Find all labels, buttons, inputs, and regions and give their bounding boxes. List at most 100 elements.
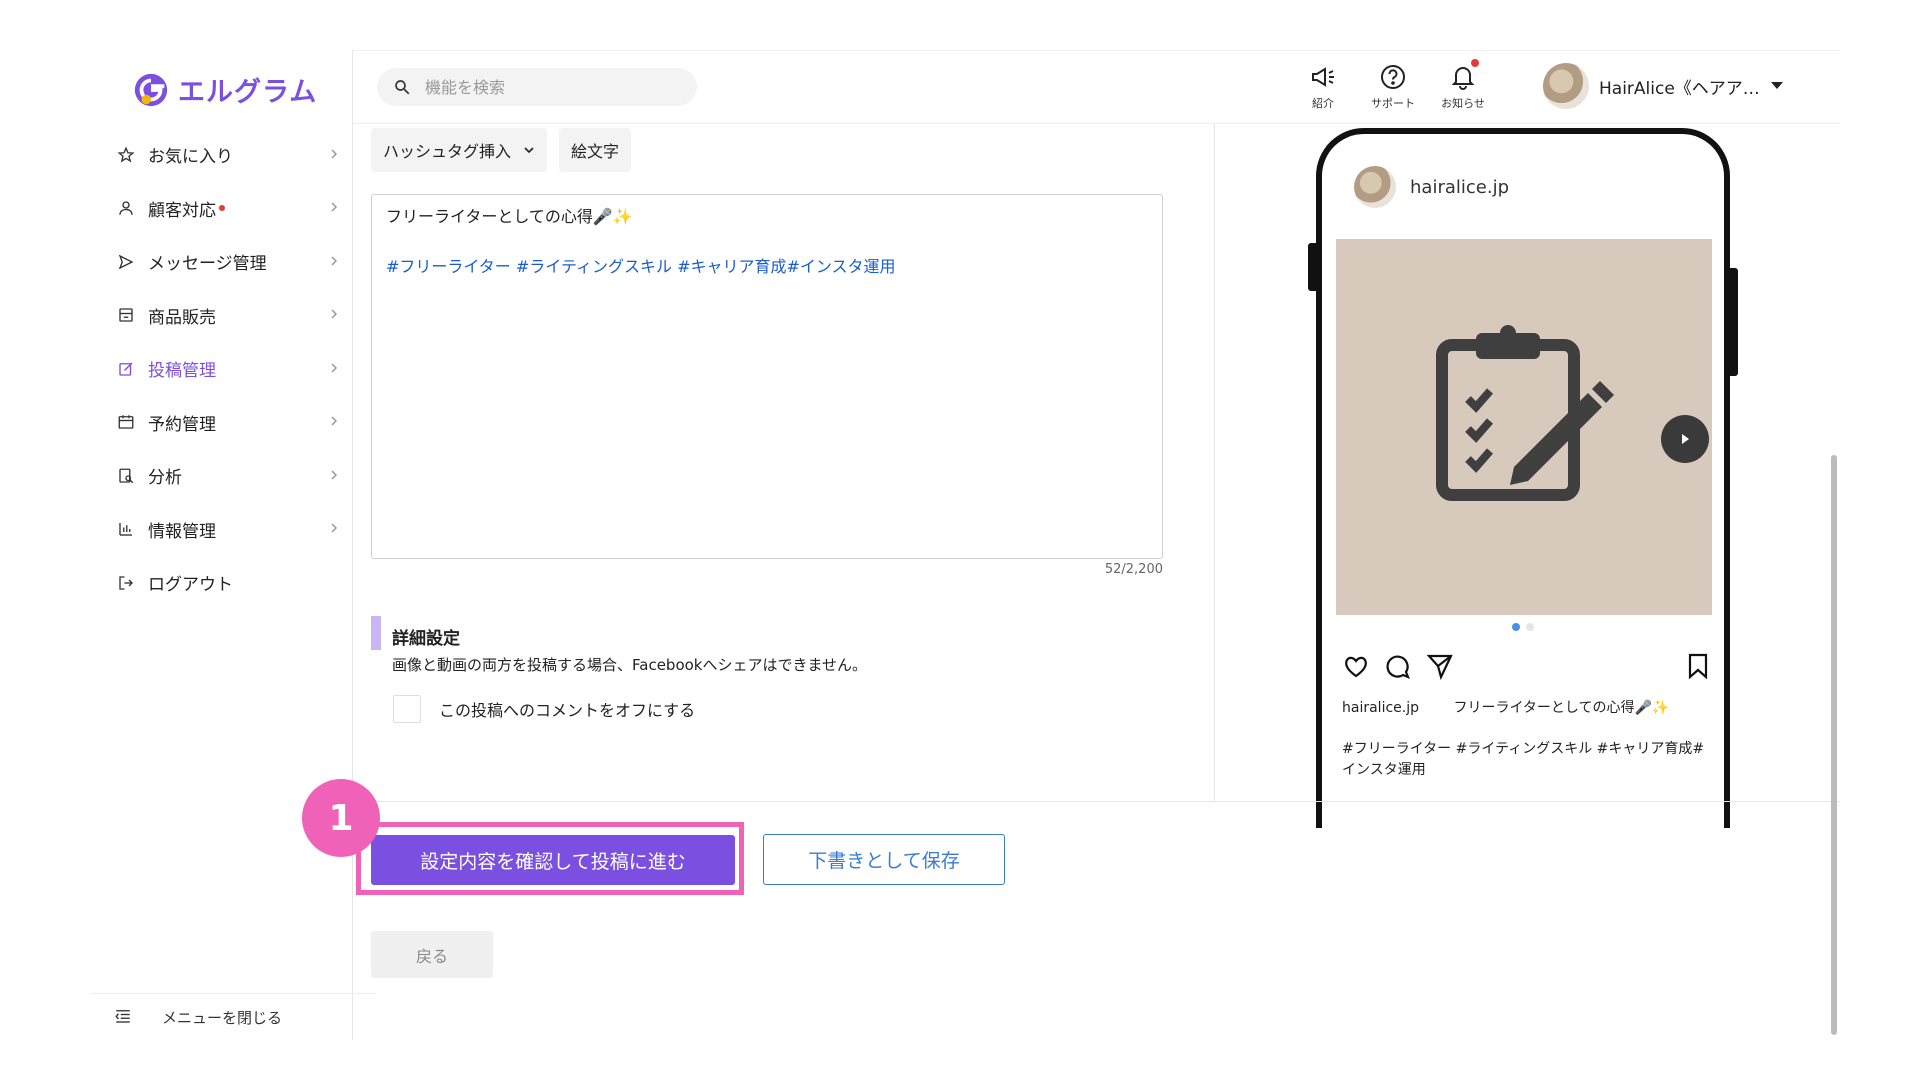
sidebar-nav: お気に入り 顧客対応 メッセージ管理 商品販売 投稿管理 予約管理 分析 情報管… [90, 128, 352, 610]
analysis-icon [116, 466, 136, 486]
logout-icon [116, 573, 136, 593]
phone-side-button [1730, 268, 1738, 376]
hashtag-insert-label: ハッシュタグ挿入 [383, 142, 512, 161]
section-accent-bar [371, 616, 381, 650]
chevron-right-icon [328, 198, 340, 218]
search-icon [395, 80, 410, 95]
star-icon [116, 145, 136, 165]
preview-image [1336, 239, 1712, 615]
preview-caption-text: フリーライターとしての心得🎤✨ [1453, 700, 1670, 716]
send-icon [116, 252, 136, 272]
sidebar-item-label: 投稿管理 [148, 361, 216, 382]
slide-indicator [1322, 623, 1724, 631]
sidebar-item-info[interactable]: 情報管理 [90, 503, 352, 557]
chevron-right-icon [328, 359, 340, 379]
emoji-button[interactable]: 絵文字 [559, 128, 632, 172]
search-input[interactable] [423, 76, 667, 98]
section-note: 画像と動画の両方を投稿する場合、Facebookへシェアはできません。 [392, 656, 868, 674]
character-counter: 52/2,200 [1104, 562, 1163, 577]
callout-step-badge: 1 [302, 779, 380, 857]
sidebar-item-posts[interactable]: 投稿管理 [90, 342, 352, 396]
header-referral[interactable]: 紹介 [1293, 63, 1353, 111]
slide-dot [1512, 623, 1520, 631]
avatar [1543, 63, 1589, 109]
slide-dot [1526, 623, 1534, 631]
next-slide-button[interactable] [1661, 415, 1709, 463]
bell-icon [1451, 67, 1475, 90]
comment-off-label: この投稿へのコメントをオフにする [439, 701, 696, 720]
top-header: 紹介 サポート お知らせ HairAlice《ヘアア… [353, 51, 1840, 124]
shop-icon [116, 305, 136, 325]
sidebar-item-label: 情報管理 [148, 521, 216, 542]
caption-hashtags: #フリーライター #ライティングスキル #キャリア育成#インスタ運用 [386, 257, 896, 277]
notification-dot [219, 205, 225, 212]
scrollbar[interactable] [1831, 455, 1837, 1035]
help-icon [1381, 65, 1405, 89]
chevron-down-icon [524, 147, 534, 154]
preview-username: hairalice.jp [1410, 176, 1509, 198]
header-icon-label: お知らせ [1441, 97, 1485, 110]
sidebar-item-label: ログアウト [148, 575, 233, 596]
bookmark-icon [1688, 653, 1708, 680]
header-icon-label: 紹介 [1312, 97, 1334, 110]
sidebar-item-sales[interactable]: 商品販売 [90, 289, 352, 343]
comment-off-option[interactable]: この投稿へのコメントをオフにする [393, 695, 695, 723]
preview-caption-tags: #フリーライター #ライティングスキル #キャリア育成#インスタ運用 [1342, 741, 1705, 778]
section-title: 詳細設定 [392, 629, 460, 649]
phone-preview: hairalice.jp hairalice.jp フリーライターとしての心得🎤… [1316, 128, 1730, 828]
hashtag-insert-button[interactable]: ハッシュタグ挿入 [371, 128, 548, 172]
chevron-right-icon [328, 145, 340, 165]
preview-header: hairalice.jp [1354, 166, 1509, 208]
user-name: HairAlice《ヘアア… [1599, 78, 1760, 99]
close-menu-button[interactable]: メニューを閉じる [90, 993, 376, 1040]
sidebar-item-customer[interactable]: 顧客対応 [90, 182, 352, 236]
footer-divider [353, 801, 1840, 802]
search-box[interactable] [377, 68, 697, 106]
phone-side-button [1308, 243, 1316, 291]
sidebar-item-reservations[interactable]: 予約管理 [90, 396, 352, 450]
header-notifications[interactable]: お知らせ [1433, 59, 1493, 111]
calendar-icon [116, 412, 136, 432]
preview-actions [1342, 652, 1712, 682]
user-icon [116, 198, 136, 218]
notification-dot [1471, 59, 1479, 67]
clipboard-icon [1436, 325, 1614, 501]
header-icon-label: サポート [1371, 97, 1415, 110]
app-name: エルグラム [178, 77, 318, 108]
caption-textarea[interactable]: フリーライターとしての心得🎤✨ #フリーライター #ライティングスキル #キャリ… [371, 194, 1163, 559]
sidebar-item-label: メッセージ管理 [148, 254, 267, 275]
caret-down-icon [1770, 82, 1783, 89]
header-support[interactable]: サポート [1363, 63, 1423, 111]
preview-caption-user: hairalice.jp [1342, 700, 1419, 716]
sidebar-item-analysis[interactable]: 分析 [90, 449, 352, 503]
heart-icon [1345, 656, 1367, 678]
sidebar-item-favorites[interactable]: お気に入り [90, 128, 352, 182]
sidebar-item-messages[interactable]: メッセージ管理 [90, 235, 352, 289]
sidebar-item-label: 商品販売 [148, 307, 216, 328]
preview-caption: hairalice.jp フリーライターとしての心得🎤✨ [1342, 697, 1669, 717]
user-menu[interactable]: HairAlice《ヘアア… [1543, 63, 1784, 109]
back-button[interactable]: 戻る [371, 931, 493, 978]
chart-icon [116, 519, 136, 539]
sidebar-item-label: 予約管理 [148, 414, 216, 435]
chevron-right-icon [328, 412, 340, 432]
comment-off-checkbox[interactable] [393, 695, 421, 723]
sidebar-item-logout[interactable]: ログアウト [90, 556, 352, 610]
share-icon [1426, 654, 1453, 680]
preview-divider [1214, 124, 1215, 801]
chevron-right-icon [328, 466, 340, 486]
emoji-label: 絵文字 [571, 142, 620, 161]
chevron-right-icon [328, 252, 340, 272]
confirm-and-post-button[interactable]: 設定内容を確認して投稿に進む [371, 835, 735, 885]
chevron-right-icon [328, 305, 340, 325]
app-logo[interactable]: エルグラム [132, 70, 317, 109]
play-icon [1682, 434, 1689, 444]
megaphone-icon [1312, 67, 1334, 87]
menu-collapse-icon [114, 1007, 134, 1027]
save-draft-button[interactable]: 下書きとして保存 [763, 834, 1005, 885]
caption-line: フリーライターとしての心得🎤✨ [386, 207, 633, 226]
close-menu-label: メニューを閉じる [162, 1008, 283, 1027]
sidebar-item-label: 顧客対応 [148, 200, 216, 221]
edit-icon [116, 359, 136, 379]
editor-toolbar: ハッシュタグ挿入 絵文字 [371, 128, 632, 172]
